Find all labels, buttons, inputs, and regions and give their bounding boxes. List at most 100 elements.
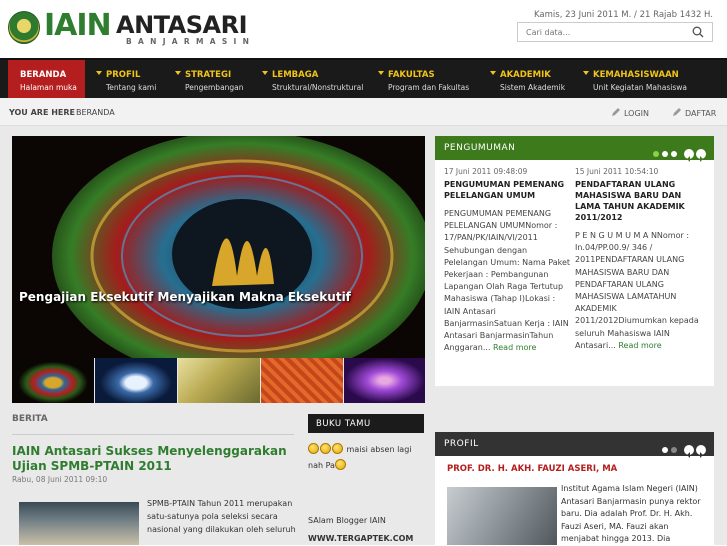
logo-antasari-text: ANTASARI (116, 11, 248, 39)
profil-body: Institut Agama Islam Negeri (IAIN) Antas… (561, 484, 701, 543)
search-input[interactable] (518, 23, 688, 41)
pager-dot[interactable] (670, 150, 677, 157)
read-more-link[interactable]: Read more (493, 343, 536, 352)
slider-thumbnails (12, 358, 425, 403)
smiley-icon (332, 443, 343, 454)
nav-label: AKADEMIK (500, 70, 551, 80)
logo-iain-text: IAIN (44, 8, 112, 43)
breadcrumb-current[interactable]: BERANDA (76, 108, 115, 117)
smiley-icon (308, 443, 319, 454)
prev-icon[interactable] (684, 444, 694, 458)
panel-header: PENGUMUMAN (435, 136, 714, 162)
breadcrumb: YOU ARE HERE BERANDA LOGIN DAFTAR (0, 98, 727, 126)
header: IAIN ANTASARI BANJARMASIN Kamis, 23 Juni… (0, 0, 727, 58)
guestbook-text: maisi absen lagi (346, 445, 412, 454)
berita-title[interactable]: IAIN Antasari Sukses Menyelenggarakan Uj… (12, 444, 294, 474)
nav-sublabel: Struktural/Nonstruktural (272, 83, 364, 92)
guestbook-entry: maisi absen lagi nah Pa (308, 442, 426, 474)
nav-sublabel: Unit Kegiatan Mahasiswa (593, 83, 687, 92)
search-icon[interactable] (692, 26, 704, 38)
nav-item-strategi[interactable]: STRATEGI Pengembangan (175, 60, 255, 98)
announcement-item: 15 Juni 2011 10:54:10 PENDAFTARAN ULANG … (575, 166, 703, 352)
announcement-body: PENGUMUMAN PEMENANG PELELANGAN UMUMNomor… (444, 208, 572, 354)
panel-header: PROFIL (435, 432, 714, 458)
next-icon[interactable] (696, 444, 706, 458)
featured-image (12, 136, 425, 358)
announcement-title[interactable]: PENDAFTARAN ULANG MAHASISWA BARU DAN LAM… (575, 179, 703, 223)
pager-dot[interactable] (670, 446, 677, 453)
emblem-icon (8, 11, 40, 44)
pengumuman-panel: PENGUMUMAN 17 Juni 2011 09:48:09 PENGUMU… (435, 136, 714, 386)
nav-label: FAKULTAS (388, 70, 435, 80)
next-icon[interactable] (696, 148, 706, 162)
panel-title: PROFIL (444, 439, 479, 449)
nav-sublabel: Pengembangan (185, 83, 244, 92)
pager-dot[interactable] (652, 150, 659, 157)
chevron-down-icon (262, 71, 268, 75)
pencil-icon (673, 108, 681, 116)
chevron-down-icon (175, 71, 181, 75)
daftar-label: DAFTAR (685, 109, 717, 118)
slider-caption: Pengajian Eksekutif Menyajikan Makna Eks… (19, 290, 351, 304)
site-logo[interactable]: IAIN ANTASARI BANJARMASIN (8, 8, 249, 47)
profil-photo (447, 487, 557, 545)
profil-name[interactable]: PROF. DR. H. AKH. FAUZI ASERI, MA (447, 464, 617, 474)
nav-label: PROFIL (106, 70, 141, 80)
thumbnail[interactable] (261, 358, 343, 403)
nav-sublabel: Halaman muka (20, 83, 77, 92)
pager (650, 143, 706, 162)
thumbnail[interactable] (95, 358, 177, 403)
nav-item-akademik[interactable]: AKADEMIK Sistem Akademik (490, 60, 575, 98)
announcement-date: 17 Juni 2011 09:48:09 (444, 167, 528, 176)
announcement-item: 17 Juni 2011 09:48:09 PENGUMUMAN PEMENAN… (444, 166, 572, 354)
login-link[interactable]: LOGIN (611, 107, 649, 118)
breadcrumb-label: YOU ARE HERE (9, 108, 75, 117)
featured-slider[interactable]: Pengajian Eksekutif Menyajikan Makna Eks… (12, 136, 425, 358)
nav-sublabel: Program dan Fakultas (388, 83, 470, 92)
thumbnail[interactable] (344, 358, 425, 403)
smiley-icon (334, 459, 346, 470)
announcement-title[interactable]: PENGUMUMAN PEMENANG PELELANGAN UMUM (444, 179, 572, 201)
guestbook-text: nah Pa (308, 461, 335, 470)
smiley-icon (320, 443, 331, 454)
chevron-down-icon (583, 71, 589, 75)
guestbook-link[interactable]: WWW.TERGAPTEK.COM (308, 534, 413, 543)
profil-panel: PROFIL PROF. DR. H. AKH. FAUZI ASERI, MA… (435, 432, 714, 545)
announcement-date: 15 Juni 2011 10:54:10 (575, 167, 659, 176)
berita-image[interactable] (19, 502, 139, 545)
nav-item-profil[interactable]: PROFIL Tentang kami (96, 60, 166, 98)
nav-item-lembaga[interactable]: LEMBAGA Struktural/Nonstruktural (262, 60, 367, 98)
thumbnail[interactable] (12, 358, 94, 403)
read-more-link[interactable]: Read more (618, 341, 661, 350)
guestbook-entry: SAlam Blogger IAIN (308, 516, 386, 525)
nav-item-fakultas[interactable]: FAKULTAS Program dan Fakultas (378, 60, 478, 98)
announcement-body: P E N G U M U M A NNomor : In.04/PP.00.9… (575, 230, 703, 352)
logo-subtitle: BANJARMASIN (126, 37, 256, 46)
search-box (517, 22, 713, 42)
nav-sublabel: Tentang kami (106, 83, 157, 92)
thumbnail[interactable] (178, 358, 260, 403)
login-label: LOGIN (624, 109, 650, 118)
chevron-down-icon (490, 71, 496, 75)
nav-label: STRATEGI (185, 70, 232, 80)
announcement-text: PENGUMUMAN PEMENANG PELELANGAN UMUMNomor… (444, 209, 571, 353)
pager-dot[interactable] (661, 446, 668, 453)
pager (659, 439, 706, 458)
nav-label: LEMBAGA (272, 70, 319, 80)
prev-icon[interactable] (684, 148, 694, 162)
current-date: Kamis, 23 Juni 2011 M. / 21 Rajab 1432 H… (534, 10, 713, 20)
pager-dot[interactable] (661, 150, 668, 157)
nav-item-kemahasiswaan[interactable]: KEMAHASISWAAN Unit Kegiatan Mahasiswa (583, 60, 723, 98)
nav-item-beranda[interactable]: BERANDA Halaman muka (8, 60, 85, 98)
announcement-text: P E N G U M U M A NNomor : In.04/PP.00.9… (575, 231, 699, 350)
berita-heading: BERITA (12, 414, 48, 424)
nav-label: KEMAHASISWAAN (593, 70, 679, 80)
panel-title: PENGUMUMAN (444, 143, 516, 153)
chevron-down-icon (378, 71, 384, 75)
main-content: Pengajian Eksekutif Menyajikan Makna Eks… (0, 126, 727, 545)
bukutamu-header: BUKU TAMU (308, 414, 424, 433)
chevron-down-icon (96, 71, 102, 75)
berita-date: Rabu, 08 Juni 2011 09:10 (12, 475, 108, 484)
divider (12, 434, 294, 435)
daftar-link[interactable]: DAFTAR (672, 107, 716, 118)
